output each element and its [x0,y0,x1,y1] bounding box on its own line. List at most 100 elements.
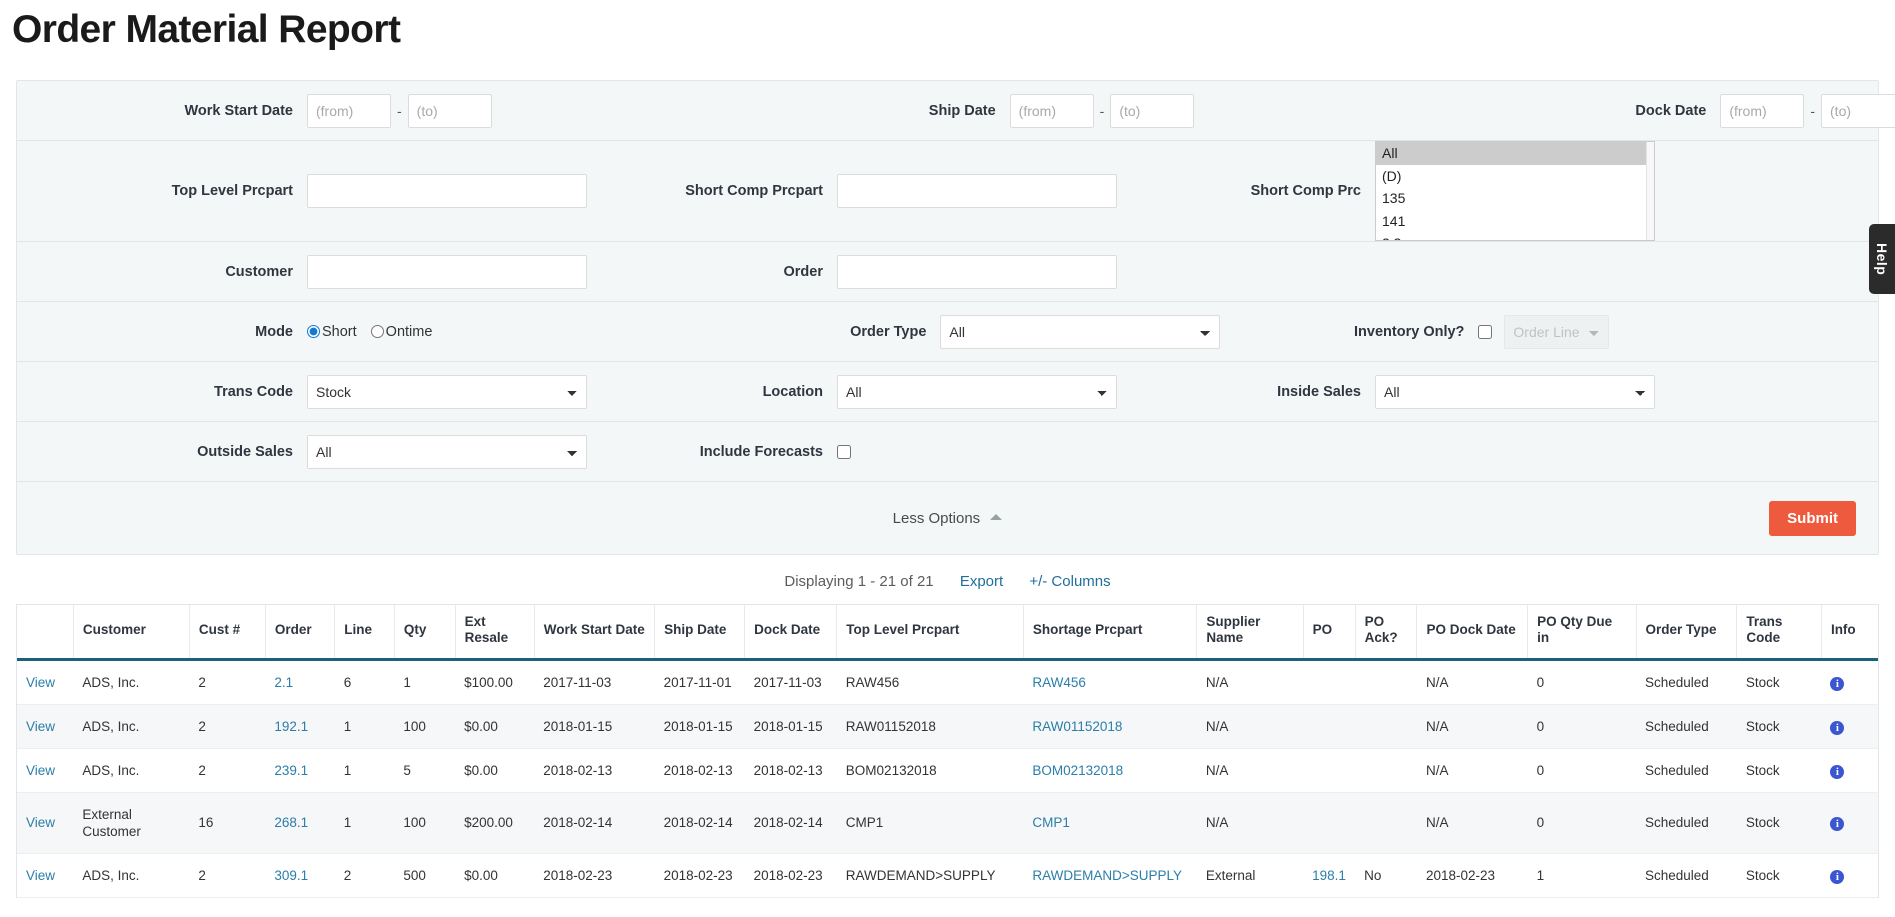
ship-date-to-input[interactable] [1110,93,1195,128]
row-shortage-prcpart-cell[interactable]: RAW01152018 [1023,704,1197,749]
info-icon[interactable]: i [1830,869,1845,884]
outside-sales-label: Outside Sales [197,443,293,460]
info-icon[interactable]: i [1830,676,1845,691]
row-shortage-prcpart-cell[interactable]: CMP1 [1023,792,1197,854]
work-start-date-from-input[interactable] [307,93,391,128]
inside-sales-select[interactable]: All [1375,374,1655,409]
outside-sales-select[interactable]: All [307,434,587,469]
view-link[interactable]: View [26,868,55,883]
mode-radio-ontime-input[interactable] [370,325,384,338]
shortage-prcpart-link[interactable]: CMP1 [1032,815,1070,830]
inventory-only-checkbox[interactable] [1478,324,1493,339]
trans-code-select[interactable]: Stock [307,374,587,409]
shortage-prcpart-link[interactable]: BOM02132018 [1032,763,1123,778]
order-link[interactable]: 2.1 [274,675,293,690]
top-level-prcpart-label: Top Level Prcpart [171,183,293,199]
order-type-select[interactable]: All [940,314,1221,349]
shortage-prcpart-link[interactable]: RAWDEMAND>SUPPLY [1032,868,1182,883]
order-link[interactable]: 309.1 [274,868,308,883]
row-po-cell[interactable] [1303,792,1356,854]
short-comp-prc-option[interactable]: 135 [1376,187,1654,210]
short-comp-prc-option[interactable]: (D) [1376,165,1654,188]
short-comp-prc-listbox[interactable]: All (D) 135 141 2.3 [1375,141,1655,241]
export-link[interactable]: Export [960,573,1003,590]
view-link[interactable]: View [26,719,55,734]
column-header-dock-date: Dock Date [744,605,837,661]
row-info-cell[interactable]: i [1821,853,1878,898]
row-shortage-prcpart-cell[interactable]: RAWDEMAND>SUPPLY [1023,853,1197,898]
order-input[interactable] [837,254,1117,289]
table-row[interactable]: View ADS, Inc. 2 309.1 2 500 $0.00 2018-… [17,853,1878,898]
top-level-prcpart-input[interactable] [307,174,587,208]
short-comp-prcpart-input[interactable] [837,174,1117,208]
submit-button[interactable]: Submit [1769,500,1856,536]
order-link[interactable]: 192.1 [274,719,308,734]
view-link[interactable]: View [26,675,55,690]
dock-date-from-input[interactable] [1720,93,1805,128]
column-header-customer: Customer [72,605,190,661]
short-comp-prc-option[interactable]: 2.3 [1376,232,1654,240]
row-view-cell[interactable]: View [17,704,74,749]
column-header-work-start-date: Work Start Date [533,605,655,661]
row-order-cell[interactable]: 239.1 [265,748,335,793]
shortage-prcpart-link[interactable]: RAW456 [1032,675,1086,690]
row-view-cell[interactable]: View [17,659,74,705]
dock-date-to-input[interactable] [1821,93,1895,128]
row-work-start-date: 2018-01-15 [534,704,655,749]
location-select[interactable]: All [837,374,1117,409]
dock-date-label: Dock Date [1635,102,1707,119]
info-icon[interactable]: i [1830,720,1845,735]
row-po-cell[interactable] [1303,748,1356,793]
row-ship-date: 2018-02-14 [654,792,745,854]
row-po-cell[interactable]: 198.1 [1303,853,1356,898]
table-row[interactable]: View ADS, Inc. 2 239.1 1 5 $0.00 2018-02… [17,748,1878,793]
table-row[interactable]: View ADS, Inc. 2 2.1 6 1 $100.00 2017-11… [17,659,1878,705]
table-row[interactable]: View External Customer 16 268.1 1 100 $2… [17,792,1878,854]
info-icon[interactable]: i [1830,764,1845,779]
short-comp-prc-option[interactable]: All [1376,142,1654,165]
row-info-cell[interactable]: i [1821,704,1878,749]
order-link[interactable]: 239.1 [274,763,308,778]
filter-panel-footer: Less Options Submit [17,482,1878,554]
table-row[interactable]: View ADS, Inc. 2 192.1 1 100 $0.00 2018-… [17,704,1878,749]
view-link[interactable]: View [26,815,55,830]
row-work-start-date: 2017-11-03 [534,659,655,705]
row-view-cell[interactable]: View [17,853,74,898]
row-order-cell[interactable]: 192.1 [265,704,335,749]
short-comp-prc-option[interactable]: 141 [1376,210,1654,233]
row-shortage-prcpart-cell[interactable]: BOM02132018 [1023,748,1197,793]
mode-radio-ontime[interactable]: Ontime [370,324,432,340]
row-view-cell[interactable]: View [17,748,74,793]
less-options-toggle[interactable]: Less Options [17,510,1878,527]
row-po-cell[interactable] [1303,659,1356,705]
row-order-cell[interactable]: 268.1 [265,792,335,854]
row-order-cell[interactable]: 309.1 [265,853,335,898]
less-options-label: Less Options [892,509,981,527]
row-po-cell[interactable] [1303,704,1356,749]
help-tab[interactable]: Help [1869,224,1895,294]
inventory-only-mode-select[interactable]: Order Line [1504,314,1610,349]
row-shortage-prcpart-cell[interactable]: RAW456 [1023,659,1197,705]
row-order-cell[interactable]: 2.1 [265,659,335,705]
order-link[interactable]: 268.1 [274,815,308,830]
chevron-up-icon [990,513,1003,520]
row-info-cell[interactable]: i [1821,792,1878,854]
row-info-cell[interactable]: i [1821,748,1878,793]
results-table-container: Customer Cust # Order Line Qty Ext Resal… [16,604,1879,898]
customer-input[interactable] [307,254,587,289]
shortage-prcpart-link[interactable]: RAW01152018 [1032,719,1122,734]
row-view-cell[interactable]: View [17,792,74,854]
listbox-scrollbar[interactable] [1646,142,1654,240]
ship-date-from-input[interactable] [1009,93,1094,128]
po-link[interactable]: 198.1 [1312,868,1346,883]
mode-radio-short[interactable]: Short [307,324,357,340]
row-info-cell[interactable]: i [1821,659,1878,705]
columns-link[interactable]: +/- Columns [1029,573,1110,590]
view-link[interactable]: View [26,763,55,778]
info-icon[interactable]: i [1830,817,1845,831]
mode-radio-short-input[interactable] [307,325,320,338]
include-forecasts-checkbox[interactable] [837,444,851,459]
work-start-date-to-input[interactable] [407,93,492,128]
row-top-level-prcpart: RAW456 [836,659,1024,705]
column-header-line: Line [334,605,395,661]
